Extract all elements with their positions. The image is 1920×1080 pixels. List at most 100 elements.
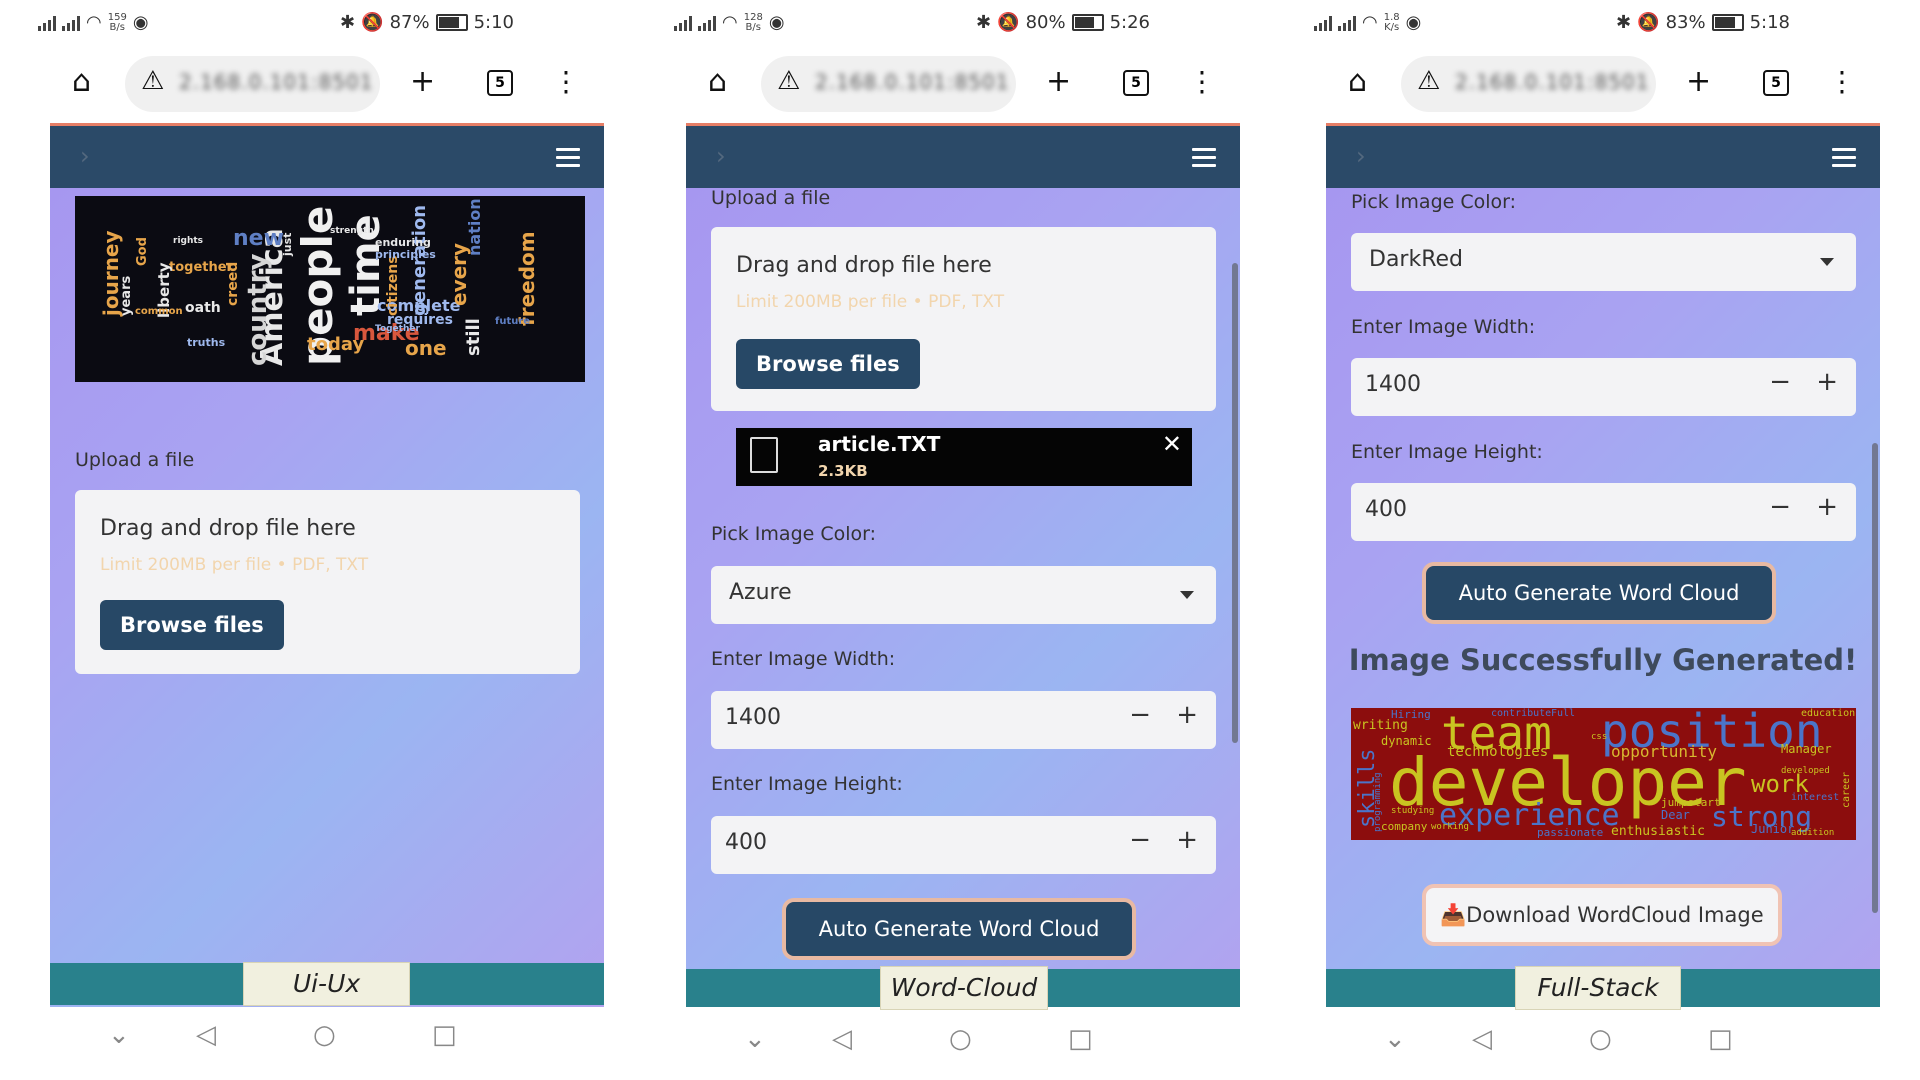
menu-icon[interactable]: [556, 148, 580, 172]
file-dropzone[interactable]: Drag and drop file here Limit 200MB per …: [711, 227, 1216, 411]
chevron-right-icon[interactable]: ›: [1356, 142, 1366, 170]
width-value: 1400: [725, 705, 781, 730]
chevron-right-icon[interactable]: ›: [80, 142, 90, 170]
increment-button[interactable]: +: [1816, 367, 1838, 397]
chevron-right-icon[interactable]: ›: [716, 142, 726, 170]
generate-wordcloud-button[interactable]: Auto Generate Word Cloud: [786, 902, 1132, 956]
upload-label: Upload a file: [711, 187, 831, 209]
height-label: Enter Image Height:: [1351, 441, 1543, 463]
browse-files-button[interactable]: Browse files: [736, 339, 920, 389]
plus-icon[interactable]: +: [1686, 62, 1711, 102]
wordcloud-word: strength: [330, 226, 374, 236]
color-value: DarkRed: [1369, 247, 1464, 272]
bell-off-icon: 🔕: [361, 12, 384, 33]
address-bar[interactable]: ⚠ 2.168.0.101:8501: [125, 56, 380, 112]
wordcloud-word: still: [463, 318, 484, 356]
width-label: Enter Image Width:: [1351, 316, 1536, 338]
download-wordcloud-button[interactable]: 📥Download WordCloud Image: [1426, 888, 1778, 942]
more-icon[interactable]: ⋮: [1188, 62, 1216, 102]
color-select[interactable]: DarkRed: [1351, 233, 1856, 291]
more-icon[interactable]: ⋮: [552, 62, 580, 102]
phone-screen-ui-ux: ◠ 159 B/s ◉ ✱ 🔕 87% 5:10 ⌂ ⚠ 2.168.0.101:…: [0, 0, 604, 1080]
clock: 5:18: [1749, 12, 1790, 33]
wordcloud-word: citizens: [385, 255, 401, 316]
collapse-icon[interactable]: ⌄: [108, 1020, 130, 1050]
wordcloud-word: nation: [465, 198, 484, 256]
home-icon[interactable]: ⌂: [72, 62, 91, 102]
cell-signal-icon: [1314, 15, 1332, 31]
recents-icon[interactable]: □: [1708, 1024, 1733, 1054]
browse-files-button[interactable]: Browse files: [100, 600, 284, 650]
eye-icon: ◉: [1405, 12, 1422, 33]
height-input[interactable]: 400 − +: [711, 816, 1216, 874]
wordcloud-image: developer team position experience skill…: [1351, 708, 1856, 840]
scrollbar[interactable]: [1872, 443, 1878, 913]
tab-switcher-icon[interactable]: 5: [1123, 70, 1149, 96]
decrement-button[interactable]: −: [1769, 492, 1791, 522]
width-input[interactable]: 1400 − +: [711, 691, 1216, 749]
generate-wordcloud-button[interactable]: Auto Generate Word Cloud: [1426, 566, 1772, 620]
file-dropzone[interactable]: Drag and drop file here Limit 200MB per …: [75, 490, 580, 674]
network-speed: 1.8 K/s: [1383, 11, 1400, 33]
wifi-icon: ◠: [722, 12, 738, 33]
tab-switcher-icon[interactable]: 5: [487, 70, 513, 96]
dropzone-limit: Limit 200MB per file • PDF, TXT: [736, 292, 1005, 312]
address-bar[interactable]: ⚠ 2.168.0.101:8501: [1401, 56, 1656, 112]
back-icon[interactable]: ◁: [1472, 1024, 1492, 1054]
phone-screen-word-cloud: ◠ 128 B/s ◉ ✱ 🔕 80% 5:26 ⌂ ⚠ 2.168.0.101:…: [636, 0, 1240, 1080]
chevron-down-icon: [1180, 591, 1194, 599]
wordcloud-word: Hiring: [1391, 708, 1431, 721]
width-input[interactable]: 1400 − +: [1351, 358, 1856, 416]
app-viewport: › Pick Image Color: DarkRed Enter Image …: [1326, 123, 1880, 1007]
wordcloud-word: company: [1381, 820, 1428, 833]
tab-switcher-icon[interactable]: 5: [1763, 70, 1789, 96]
menu-icon[interactable]: [1832, 148, 1856, 172]
battery-icon: [1711, 14, 1744, 31]
bell-off-icon: 🔕: [997, 12, 1020, 33]
cell-signal-icon: [38, 15, 56, 31]
plus-icon[interactable]: +: [410, 62, 435, 102]
wordcloud-word: career: [1841, 771, 1852, 808]
home-icon[interactable]: ⌂: [708, 62, 727, 102]
height-value: 400: [1365, 497, 1407, 522]
wordcloud-word: future: [495, 316, 531, 327]
home-circle-icon[interactable]: ○: [949, 1024, 972, 1054]
color-select[interactable]: Azure: [711, 566, 1216, 624]
color-label: Pick Image Color:: [711, 523, 877, 545]
wordcloud-word: education: [1801, 708, 1856, 719]
wordcloud-word: oath: [185, 300, 221, 316]
increment-button[interactable]: +: [1176, 825, 1198, 855]
wordcloud-word: Manager: [1781, 742, 1832, 756]
plus-icon[interactable]: +: [1046, 62, 1071, 102]
wordcloud-word: one: [405, 336, 447, 360]
network-speed: 128 B/s: [743, 11, 763, 33]
eye-icon: ◉: [768, 12, 785, 33]
decrement-button[interactable]: −: [1769, 367, 1791, 397]
home-icon[interactable]: ⌂: [1348, 62, 1367, 102]
more-icon[interactable]: ⋮: [1828, 62, 1856, 102]
battery-percent: 80%: [1025, 12, 1066, 33]
wordcloud-word: principles: [375, 248, 436, 261]
home-circle-icon[interactable]: ○: [1589, 1024, 1612, 1054]
height-input[interactable]: 400 − +: [1351, 483, 1856, 541]
address-bar[interactable]: ⚠ 2.168.0.101:8501: [761, 56, 1016, 112]
increment-button[interactable]: +: [1816, 492, 1838, 522]
collapse-icon[interactable]: ⌄: [1384, 1024, 1406, 1054]
close-icon[interactable]: ✕: [1162, 430, 1182, 458]
cell-signal-icon: [698, 15, 716, 31]
back-icon[interactable]: ◁: [832, 1024, 852, 1054]
uploaded-file: article.TXT 2.3KB ✕: [736, 428, 1192, 486]
wordcloud-word: rights: [173, 236, 204, 246]
home-circle-icon[interactable]: ○: [313, 1020, 336, 1050]
collapse-icon[interactable]: ⌄: [744, 1024, 766, 1054]
wordcloud-word: developed: [1781, 766, 1830, 776]
menu-icon[interactable]: [1192, 148, 1216, 172]
battery-percent: 87%: [389, 12, 430, 33]
back-icon[interactable]: ◁: [196, 1020, 216, 1050]
decrement-button[interactable]: −: [1129, 825, 1151, 855]
decrement-button[interactable]: −: [1129, 700, 1151, 730]
recents-icon[interactable]: □: [432, 1020, 457, 1050]
scrollbar[interactable]: [1232, 263, 1238, 743]
recents-icon[interactable]: □: [1068, 1024, 1093, 1054]
increment-button[interactable]: +: [1176, 700, 1198, 730]
